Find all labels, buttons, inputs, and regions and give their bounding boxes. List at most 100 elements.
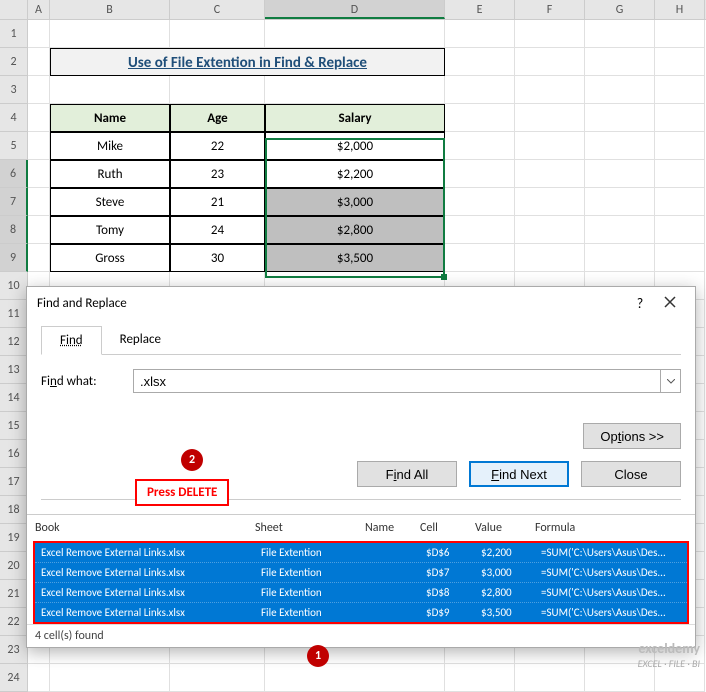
row-header-23[interactable]: 23 — [0, 636, 28, 664]
cell[interactable] — [28, 244, 50, 272]
cell[interactable] — [28, 20, 50, 48]
cell[interactable] — [655, 160, 705, 188]
cell[interactable] — [445, 188, 515, 216]
row-header-19[interactable]: 19 — [0, 524, 28, 552]
row-header-4[interactable]: 4 — [0, 104, 28, 132]
row-header-16[interactable]: 16 — [0, 440, 28, 468]
row-header-18[interactable]: 18 — [0, 496, 28, 524]
col-header-E[interactable]: E — [445, 0, 515, 19]
cell[interactable] — [655, 132, 705, 160]
row-header-15[interactable]: 15 — [0, 412, 28, 440]
cell[interactable] — [28, 76, 50, 104]
cell[interactable] — [515, 20, 585, 48]
row-header-12[interactable]: 12 — [0, 328, 28, 356]
cell[interactable]: 22 — [170, 132, 265, 160]
results-col-book[interactable]: Book — [35, 521, 255, 535]
cell[interactable] — [515, 48, 585, 76]
col-header-C[interactable]: C — [170, 0, 265, 19]
cell[interactable] — [28, 104, 50, 132]
row-header-14[interactable]: 14 — [0, 384, 28, 412]
cell[interactable]: $3,500 — [265, 244, 445, 272]
cell[interactable]: Tomy — [50, 216, 170, 244]
results-header[interactable]: Book Sheet Name Cell Value Formula — [27, 515, 695, 541]
cell[interactable] — [585, 216, 655, 244]
cell[interactable] — [655, 244, 705, 272]
cell[interactable]: $2,200 — [265, 160, 445, 188]
cell[interactable] — [445, 216, 515, 244]
cell[interactable] — [655, 104, 705, 132]
results-col-value[interactable]: Value — [475, 521, 535, 535]
select-all-corner[interactable] — [0, 0, 28, 19]
cell[interactable]: Gross — [50, 244, 170, 272]
cell[interactable] — [585, 188, 655, 216]
cell[interactable] — [515, 132, 585, 160]
row-header-13[interactable]: 13 — [0, 356, 28, 384]
cell[interactable] — [170, 664, 265, 692]
cell[interactable]: 30 — [170, 244, 265, 272]
cell[interactable] — [515, 244, 585, 272]
cell[interactable] — [655, 20, 705, 48]
find-what-input[interactable] — [133, 369, 661, 393]
row-header-2[interactable]: 2 — [0, 48, 28, 76]
cell[interactable] — [585, 244, 655, 272]
cell[interactable]: 21 — [170, 188, 265, 216]
cell[interactable] — [170, 76, 265, 104]
results-row[interactable]: Excel Remove External Links.xlsxFile Ext… — [35, 543, 687, 563]
cell[interactable] — [585, 160, 655, 188]
cell[interactable] — [50, 76, 170, 104]
cell[interactable] — [515, 76, 585, 104]
results-row[interactable]: Excel Remove External Links.xlsxFile Ext… — [35, 563, 687, 583]
row-header-7[interactable]: 7 — [0, 188, 28, 216]
row-header-24[interactable]: 24 — [0, 664, 28, 692]
cell[interactable] — [515, 664, 585, 692]
col-header-A[interactable]: A — [28, 0, 50, 19]
cell[interactable] — [445, 132, 515, 160]
row-header-6[interactable]: 6 — [0, 160, 28, 188]
cell[interactable] — [445, 244, 515, 272]
results-col-sheet[interactable]: Sheet — [255, 521, 365, 535]
cell[interactable]: 24 — [170, 216, 265, 244]
cell[interactable]: Steve — [50, 188, 170, 216]
row-header-11[interactable]: 11 — [0, 300, 28, 328]
col-header-F[interactable]: F — [515, 0, 585, 19]
cell[interactable] — [515, 216, 585, 244]
row-header-21[interactable]: 21 — [0, 580, 28, 608]
row-header-9[interactable]: 9 — [0, 244, 28, 272]
tab-find[interactable]: Find — [41, 326, 102, 355]
options-button[interactable]: Options >> — [583, 423, 681, 449]
cell[interactable] — [265, 20, 445, 48]
cell[interactable] — [50, 20, 170, 48]
find-history-dropdown[interactable] — [661, 369, 681, 393]
cell[interactable]: Use of File Extention in Find & Replace — [50, 48, 445, 76]
cell[interactable]: Name — [50, 104, 170, 132]
row-header-20[interactable]: 20 — [0, 552, 28, 580]
col-header-G[interactable]: G — [585, 0, 655, 19]
cell[interactable] — [585, 132, 655, 160]
cell[interactable]: $3,000 — [265, 188, 445, 216]
cell[interactable] — [265, 664, 445, 692]
find-all-button[interactable]: Find All — [357, 461, 457, 487]
find-next-button[interactable]: Find Next — [469, 461, 569, 487]
row-header-22[interactable]: 22 — [0, 608, 28, 636]
cell[interactable] — [28, 132, 50, 160]
cell[interactable]: Salary — [265, 104, 445, 132]
cell[interactable] — [585, 104, 655, 132]
cell[interactable] — [655, 76, 705, 104]
cell[interactable] — [445, 160, 515, 188]
row-header-1[interactable]: 1 — [0, 20, 28, 48]
cell[interactable] — [655, 216, 705, 244]
tab-replace[interactable]: Replace — [102, 326, 179, 354]
results-col-formula[interactable]: Formula — [535, 521, 687, 535]
cell[interactable] — [28, 160, 50, 188]
cell[interactable] — [28, 216, 50, 244]
close-icon[interactable] — [655, 295, 685, 312]
cell[interactable] — [445, 20, 515, 48]
cell[interactable] — [655, 188, 705, 216]
cell[interactable]: $2,800 — [265, 216, 445, 244]
cell[interactable] — [445, 48, 515, 76]
cell[interactable] — [265, 76, 445, 104]
dialog-titlebar[interactable]: Find and Replace ? — [27, 287, 695, 320]
row-header-17[interactable]: 17 — [0, 468, 28, 496]
help-button[interactable]: ? — [625, 295, 655, 312]
col-header-B[interactable]: B — [50, 0, 170, 19]
